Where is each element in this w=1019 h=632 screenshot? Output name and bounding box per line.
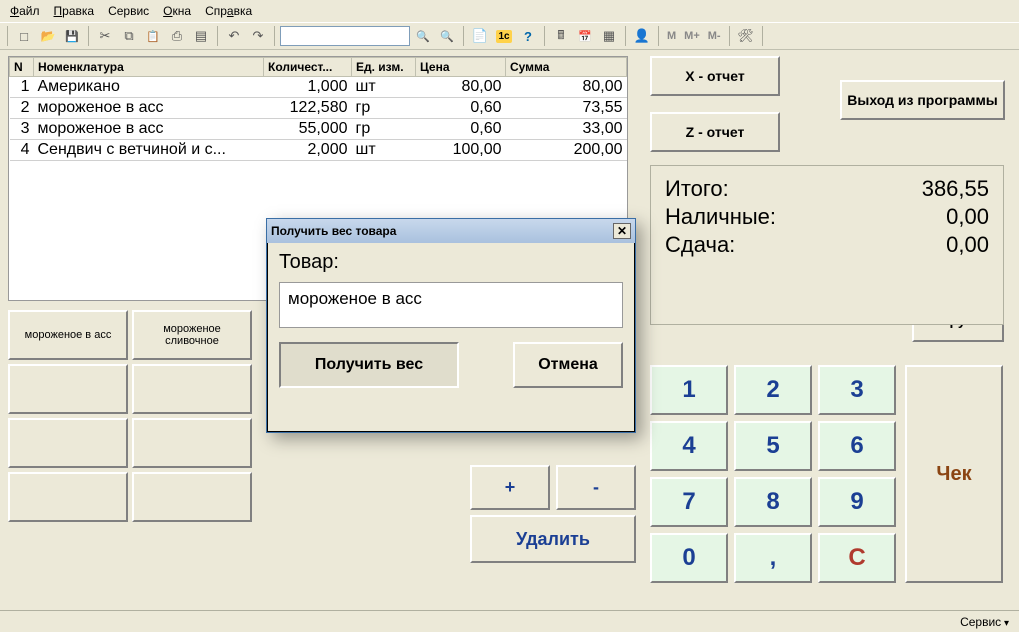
find-prev-icon[interactable] bbox=[412, 25, 434, 47]
open-icon[interactable] bbox=[37, 25, 59, 47]
grid-icon[interactable]: ▦ bbox=[598, 25, 620, 47]
status-bar: Сервис bbox=[0, 610, 1019, 632]
keypad-2[interactable]: 2 bbox=[734, 365, 812, 415]
keypad-0[interactable]: 0 bbox=[650, 533, 728, 583]
dialog-product-field[interactable]: мороженое в асс bbox=[279, 282, 623, 328]
total-value: 386,55 bbox=[922, 176, 989, 202]
keypad-6[interactable]: 6 bbox=[818, 421, 896, 471]
keypad-C[interactable]: C bbox=[818, 533, 896, 583]
col-n[interactable]: N bbox=[10, 58, 34, 77]
quick-item-empty[interactable] bbox=[8, 364, 128, 414]
col-uom[interactable]: Ед. изм. bbox=[352, 58, 416, 77]
save-icon[interactable] bbox=[61, 25, 83, 47]
new-icon[interactable] bbox=[13, 25, 35, 47]
close-icon[interactable]: ✕ bbox=[613, 223, 631, 239]
keypad-8[interactable]: 8 bbox=[734, 477, 812, 527]
check-button[interactable]: Чек bbox=[905, 365, 1003, 583]
print-icon[interactable] bbox=[166, 25, 188, 47]
change-label: Сдача: bbox=[665, 232, 735, 258]
main-area: N Номенклатура Количест... Ед. изм. Цена… bbox=[0, 50, 1019, 612]
quick-item-1[interactable]: мороженое сливочное bbox=[132, 310, 252, 360]
clipboard-icon[interactable]: 📄 bbox=[469, 25, 491, 47]
undo-icon[interactable] bbox=[223, 25, 245, 47]
keypad-1[interactable]: 1 bbox=[650, 365, 728, 415]
tools-icon[interactable]: 🛠 bbox=[735, 25, 757, 47]
help-icon[interactable] bbox=[517, 25, 539, 47]
calculator-icon[interactable] bbox=[550, 25, 572, 47]
status-service-menu[interactable]: Сервис bbox=[960, 615, 1009, 629]
calendar-icon[interactable] bbox=[574, 25, 596, 47]
1c-icon[interactable] bbox=[493, 25, 515, 47]
z-report-button[interactable]: Z - отчет bbox=[650, 112, 780, 152]
cash-value: 0,00 bbox=[946, 204, 989, 230]
menu-file[interactable]: Файл bbox=[4, 2, 46, 20]
dialog-product-label: Товар: bbox=[279, 251, 623, 274]
table-row[interactable]: 2мороженое в асс122,580гр0,6073,55 bbox=[10, 98, 627, 119]
menu-edit[interactable]: Правка bbox=[48, 2, 101, 20]
print-preview-icon[interactable]: ▤ bbox=[190, 25, 212, 47]
get-weight-button[interactable]: Получить вес bbox=[279, 342, 459, 388]
delete-button[interactable]: Удалить bbox=[470, 515, 636, 563]
x-report-button[interactable]: X - отчет bbox=[650, 56, 780, 96]
menu-windows[interactable]: Окна bbox=[157, 2, 197, 20]
search-combo[interactable] bbox=[280, 26, 410, 46]
table-row[interactable]: 4Сендвич с ветчиной и с...2,000шт100,002… bbox=[10, 140, 627, 161]
col-price[interactable]: Цена bbox=[416, 58, 506, 77]
keypad-9[interactable]: 9 bbox=[818, 477, 896, 527]
m-plus-button[interactable]: M+ bbox=[681, 30, 703, 42]
quick-item-empty[interactable] bbox=[132, 418, 252, 468]
quick-item-0[interactable]: мороженое в асс bbox=[8, 310, 128, 360]
col-name[interactable]: Номенклатура bbox=[34, 58, 264, 77]
quick-item-empty[interactable] bbox=[132, 364, 252, 414]
col-qty[interactable]: Количест... bbox=[264, 58, 352, 77]
find-next-icon[interactable] bbox=[436, 25, 458, 47]
qty-plus-button[interactable]: + bbox=[470, 465, 550, 510]
keypad-,[interactable]: , bbox=[734, 533, 812, 583]
m-button[interactable]: M bbox=[664, 30, 679, 42]
keypad-4[interactable]: 4 bbox=[650, 421, 728, 471]
cash-label: Наличные: bbox=[665, 204, 776, 230]
keypad-5[interactable]: 5 bbox=[734, 421, 812, 471]
keypad-7[interactable]: 7 bbox=[650, 477, 728, 527]
table-header-row: N Номенклатура Количест... Ед. изм. Цена… bbox=[10, 58, 627, 77]
dialog-title: Получить вес товара bbox=[271, 224, 396, 238]
m-minus-button[interactable]: M- bbox=[705, 30, 724, 42]
change-value: 0,00 bbox=[946, 232, 989, 258]
redo-icon[interactable] bbox=[247, 25, 269, 47]
table-row[interactable]: 3мороженое в асс55,000гр0,6033,00 bbox=[10, 119, 627, 140]
menu-bar: Файл Правка Сервис Окна Справка bbox=[0, 0, 1019, 22]
toolbar: ▤ 📄 ▦ 👤 M M+ M- 🛠 bbox=[0, 22, 1019, 50]
menu-service[interactable]: Сервис bbox=[102, 2, 155, 20]
dialog-titlebar[interactable]: Получить вес товара ✕ bbox=[267, 219, 635, 243]
weight-dialog: Получить вес товара ✕ Товар: мороженое в… bbox=[266, 218, 636, 433]
qty-minus-button[interactable]: - bbox=[556, 465, 636, 510]
paste-icon[interactable] bbox=[142, 25, 164, 47]
menu-help[interactable]: Справка bbox=[199, 2, 258, 20]
total-label: Итого: bbox=[665, 176, 729, 202]
table-row[interactable]: 1Американо1,000шт80,0080,00 bbox=[10, 77, 627, 98]
quick-item-empty[interactable] bbox=[132, 472, 252, 522]
cut-icon[interactable] bbox=[94, 25, 116, 47]
quick-item-empty[interactable] bbox=[8, 418, 128, 468]
totals-panel: Итого: 386,55 Наличные: 0,00 Сдача: 0,00 bbox=[650, 165, 1004, 325]
cancel-button[interactable]: Отмена bbox=[513, 342, 623, 388]
keypad-3[interactable]: 3 bbox=[818, 365, 896, 415]
user-icon[interactable]: 👤 bbox=[631, 25, 653, 47]
exit-button[interactable]: Выход из программы bbox=[840, 80, 1005, 120]
col-sum[interactable]: Сумма bbox=[506, 58, 627, 77]
quick-item-empty[interactable] bbox=[8, 472, 128, 522]
copy-icon[interactable] bbox=[118, 25, 140, 47]
